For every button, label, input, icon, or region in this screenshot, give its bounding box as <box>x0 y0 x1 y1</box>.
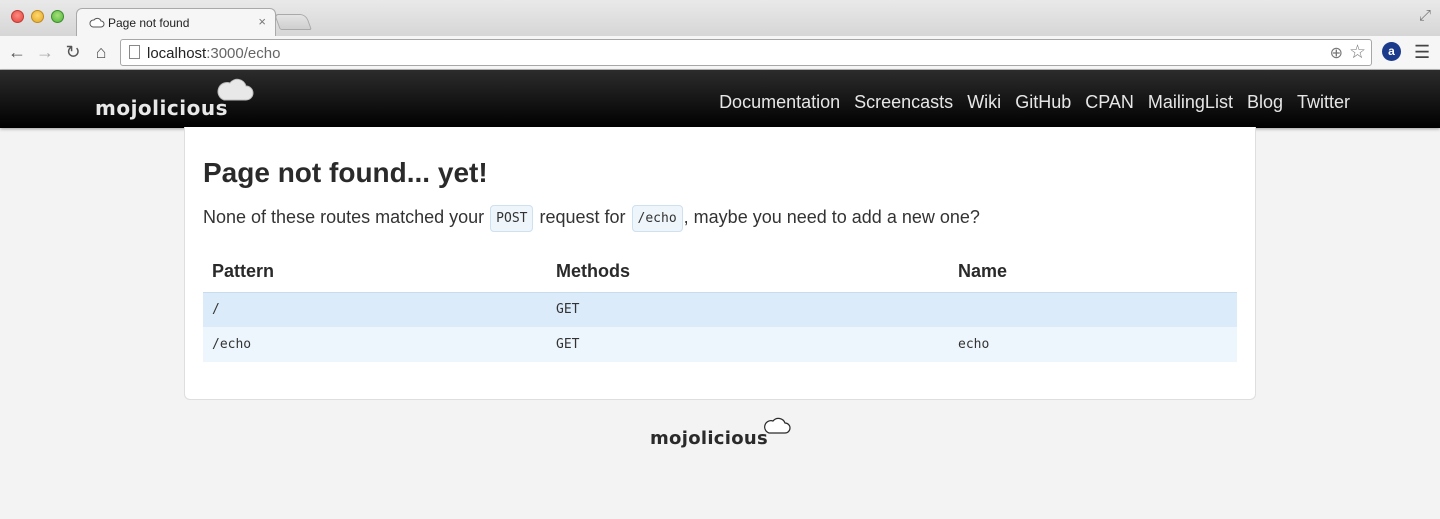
cell-name: echo <box>949 327 1237 362</box>
page-title: Page not found... yet! <box>203 157 488 188</box>
cell-methods: GET <box>547 327 949 362</box>
nav-blog[interactable]: Blog <box>1247 92 1283 113</box>
new-tab-button[interactable] <box>274 14 312 30</box>
logo-text: mojolicious <box>95 96 228 120</box>
zoom-window-button[interactable] <box>51 10 64 23</box>
message-text-middle: request for <box>534 207 631 227</box>
message-text-after: , maybe you need to add a new one? <box>683 207 980 227</box>
bookmark-star-icon[interactable]: ☆ <box>1349 41 1366 64</box>
message-text-before: None of these routes matched your <box>203 207 490 227</box>
cell-pattern: /echo <box>203 327 547 362</box>
main-nav: Documentation Screencasts Wiki GitHub CP… <box>705 92 1350 113</box>
cloud-icon <box>89 17 105 28</box>
browser-titlebar: Page not found × ⤢ <box>0 0 1440 36</box>
cell-pattern: / <box>203 291 547 327</box>
fullscreen-icon[interactable]: ⤢ <box>1419 7 1431 24</box>
url-path: :3000/echo <box>206 45 281 62</box>
nav-wiki[interactable]: Wiki <box>967 92 1001 113</box>
nav-cpan[interactable]: CPAN <box>1085 92 1134 113</box>
extension-icon[interactable]: a <box>1382 42 1401 61</box>
nav-screencasts[interactable]: Screencasts <box>854 92 953 113</box>
tab-close-icon[interactable]: × <box>258 14 266 29</box>
footer-logo-text: mojolicious <box>650 428 769 449</box>
nav-github[interactable]: GitHub <box>1015 92 1071 113</box>
nav-twitter[interactable]: Twitter <box>1297 92 1350 113</box>
content-panel: Page not found... yet! None of these rou… <box>184 127 1256 400</box>
home-icon[interactable]: ⌂ <box>90 41 112 63</box>
table-row: /echo GET echo <box>203 327 1237 362</box>
cell-methods: GET <box>547 291 949 327</box>
browser-toolbar: ← → ↻ ⌂ localhost:3000/echo ⊕ ☆ a ☰ <box>0 36 1440 70</box>
browser-tab-active[interactable]: Page not found × <box>76 8 276 36</box>
mojolicious-logo[interactable]: mojolicious <box>93 74 263 124</box>
cloud-icon <box>217 78 254 101</box>
table-header-row: Pattern Methods Name <box>203 252 1237 292</box>
nav-documentation[interactable]: Documentation <box>719 92 840 113</box>
footer-logo[interactable]: mojolicious <box>648 414 798 454</box>
request-method-code: POST <box>490 205 534 232</box>
back-arrow-icon[interactable]: ← <box>6 41 28 63</box>
address-bar[interactable]: localhost:3000/echo ⊕ ☆ <box>120 39 1372 66</box>
cloud-icon <box>764 417 791 434</box>
nav-mailinglist[interactable]: MailingList <box>1148 92 1233 113</box>
page-icon <box>129 45 140 59</box>
routes-table: Pattern Methods Name / GET /echo GET ech… <box>203 252 1237 362</box>
reload-icon[interactable]: ↻ <box>62 41 84 63</box>
header-methods: Methods <box>556 261 630 282</box>
close-window-button[interactable] <box>11 10 24 23</box>
site-header: mojolicious Documentation Screencasts Wi… <box>0 70 1440 128</box>
minimize-window-button[interactable] <box>31 10 44 23</box>
not-found-message: None of these routes matched your POST r… <box>203 205 980 232</box>
url-text[interactable]: localhost:3000/echo <box>147 45 280 62</box>
url-host: localhost <box>147 45 207 62</box>
forward-arrow-icon[interactable]: → <box>34 41 56 63</box>
cell-name <box>949 291 1237 327</box>
header-pattern: Pattern <box>212 261 275 282</box>
header-name: Name <box>958 261 1008 282</box>
menu-icon[interactable]: ☰ <box>1414 42 1430 63</box>
zoom-icon[interactable]: ⊕ <box>1330 43 1343 63</box>
request-path-code: /echo <box>631 205 683 232</box>
tab-title: Page not found <box>108 16 190 30</box>
table-row: / GET <box>203 291 1237 327</box>
